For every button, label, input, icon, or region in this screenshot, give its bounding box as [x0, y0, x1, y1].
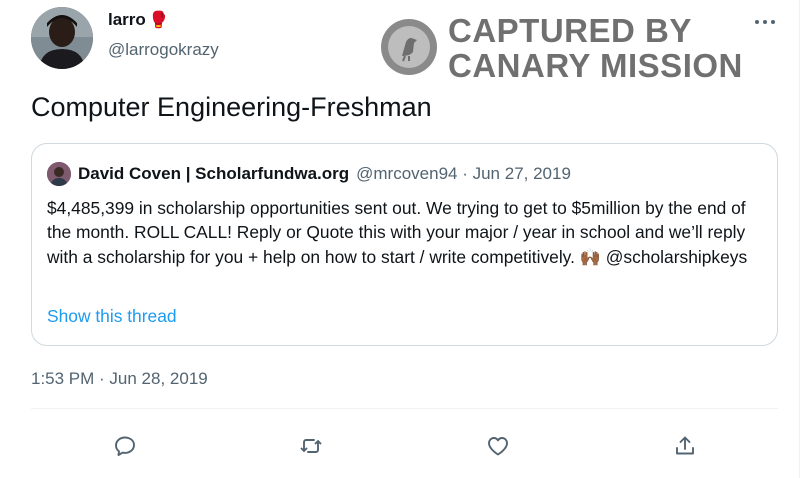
show-thread-link[interactable]: Show this thread [47, 306, 177, 327]
reply-icon [115, 436, 135, 456]
watermark-line-2: CANARY MISSION [448, 47, 743, 84]
boxing-glove-emoji: 🥊 [148, 12, 169, 29]
tweet-text: Computer Engineering-Freshman [31, 92, 432, 122]
like-button[interactable] [484, 432, 512, 460]
raising-hands-emoji: 🙌🏾 [579, 247, 601, 267]
author-avatar[interactable] [31, 7, 93, 69]
author-name[interactable]: larro 🥊 [108, 10, 169, 30]
author-name-text: larro [108, 10, 146, 29]
avatar-photo [31, 7, 93, 69]
share-icon [676, 436, 694, 455]
quoted-author-meta: @mrcoven94 · Jun 27, 2019 [356, 164, 571, 183]
quoted-tweet-header: David Coven | Scholarfundwa.org @mrcoven… [47, 162, 571, 186]
reply-button[interactable] [111, 432, 139, 460]
retweet-button[interactable] [297, 432, 325, 460]
more-options-icon[interactable] [750, 12, 780, 32]
divider [31, 408, 778, 409]
watermark-line-1: CAPTURED BY [448, 12, 692, 49]
share-button[interactable] [671, 432, 699, 460]
retweet-icon [300, 439, 322, 453]
mention-link[interactable]: @scholarshipkeys [606, 247, 747, 267]
tweet-timestamp[interactable]: 1:53 PM · Jun 28, 2019 [31, 369, 208, 389]
quoted-author-avatar[interactable] [47, 162, 71, 186]
like-icon [488, 437, 508, 456]
author-handle[interactable]: @larrogokrazy [108, 40, 219, 60]
quoted-author-name[interactable]: David Coven | Scholarfundwa.org [78, 164, 349, 184]
watermark: CAPTURED BY CANARY MISSION [378, 10, 750, 90]
canary-logo-icon [381, 19, 437, 75]
quoted-tweet-body: $4,485,399 in scholarship opportunities … [47, 196, 767, 270]
tweet-detail: larro 🥊 @larrogokrazy CAPTURED BY CANARY… [0, 0, 800, 478]
quoted-tweet[interactable]: David Coven | Scholarfundwa.org @mrcoven… [31, 143, 778, 346]
